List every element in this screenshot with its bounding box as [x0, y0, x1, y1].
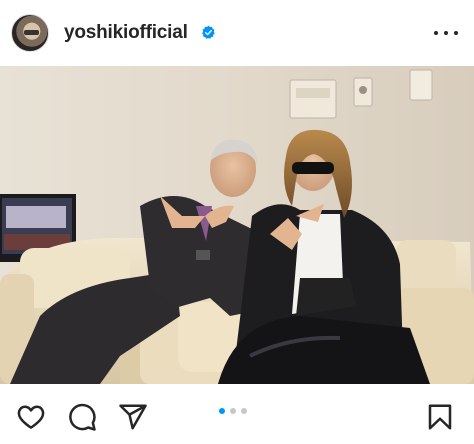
carousel-dot — [241, 408, 247, 414]
carousel-dot — [230, 408, 236, 414]
heart-icon[interactable] — [16, 402, 46, 432]
more-horizontal-icon — [434, 31, 438, 35]
carousel-indicator — [219, 408, 247, 414]
verified-badge-icon — [202, 25, 215, 39]
more-options-button[interactable] — [434, 24, 458, 42]
post-actions — [0, 384, 474, 444]
comment-icon[interactable] — [67, 402, 97, 432]
post-image[interactable] — [0, 66, 474, 384]
avatar[interactable] — [11, 14, 49, 52]
bookmark-icon[interactable] — [425, 402, 455, 432]
post-header: yoshikiofficial — [0, 0, 474, 66]
carousel-dot — [219, 408, 225, 414]
username[interactable]: yoshikiofficial — [64, 22, 188, 44]
share-icon[interactable] — [118, 402, 148, 432]
